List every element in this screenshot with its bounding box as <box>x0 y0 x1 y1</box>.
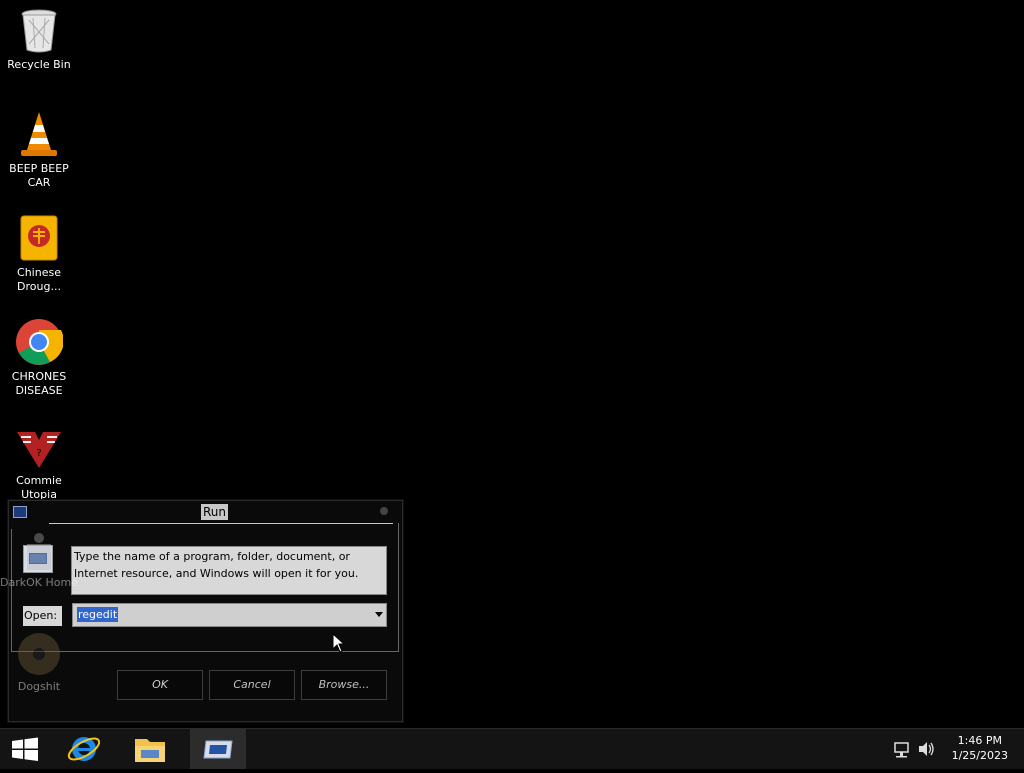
network-icon[interactable] <box>892 729 912 769</box>
system-tray <box>890 729 940 769</box>
vlc-cone-icon <box>15 110 63 158</box>
clock-time: 1:46 PM <box>957 734 1002 747</box>
divider <box>49 523 393 524</box>
chrome-icon <box>15 318 64 366</box>
run-icon <box>203 740 233 759</box>
desktop-icon-label: BEEP BEEP CAR <box>9 162 69 189</box>
chevron-down-icon[interactable] <box>375 612 383 617</box>
desktop-icon-darkok-home[interactable]: DarkOK Home <box>0 532 78 590</box>
start-button[interactable] <box>0 729 50 769</box>
open-label: Open: <box>23 606 62 626</box>
recycle-bin-icon <box>15 6 63 54</box>
desktop-icon-beep-beep-car[interactable]: BEEP BEEP CAR <box>0 110 78 190</box>
cancel-button[interactable]: Cancel <box>209 670 295 700</box>
close-button[interactable] <box>380 507 388 515</box>
desktop-icon-commie-utopia[interactable]: ? Commie Utopia <box>0 422 78 502</box>
divider <box>398 523 399 651</box>
papers-please-icon: ? <box>15 422 63 470</box>
volume-icon[interactable] <box>916 729 936 769</box>
desktop-icon-chinese-droug[interactable]: Chinese Droug... <box>0 214 78 294</box>
open-input-value[interactable]: regedit <box>77 607 119 622</box>
internet-explorer-icon <box>67 737 101 761</box>
clock[interactable]: 1:46 PM 1/25/2023 <box>952 733 1008 763</box>
taskbar: 1:46 PM 1/25/2023 <box>0 728 1024 769</box>
disc-icon <box>17 632 61 676</box>
run-description: Type the name of a program, folder, docu… <box>71 546 387 595</box>
run-dialog-title: Run <box>201 504 229 520</box>
ok-button[interactable]: OK <box>117 670 203 700</box>
desktop-icon-label: CHRONES DISEASE <box>11 370 67 397</box>
clock-date: 1/25/2023 <box>951 749 1008 762</box>
svg-text:?: ? <box>36 448 41 459</box>
file-explorer-taskbar-button[interactable] <box>122 729 178 769</box>
desktop-icon-label: DarkOK Home <box>0 576 78 589</box>
folder-icon <box>135 739 165 762</box>
chinese-book-icon <box>15 214 63 262</box>
browse-button[interactable]: Browse... <box>301 670 387 700</box>
desktop-icon-chrones-disease[interactable]: CHRONES DISEASE <box>0 318 78 398</box>
desktop-icon-label: Chinese Droug... <box>17 266 61 293</box>
run-icon <box>13 506 27 518</box>
program-icon <box>23 532 55 572</box>
desktop-icon-label: Recycle Bin <box>7 58 71 71</box>
windows-logo-icon <box>12 737 38 761</box>
run-taskbar-button[interactable] <box>190 729 246 769</box>
internet-explorer-taskbar-button[interactable] <box>56 729 112 769</box>
desktop-icon-recycle-bin[interactable]: Recycle Bin <box>0 6 78 72</box>
desktop-icon-label: Dogshit <box>17 680 61 693</box>
desktop-icon-label: Commie Utopia <box>16 474 62 501</box>
run-dialog-titlebar[interactable]: Run <box>9 501 402 523</box>
desktop-icon-dogshit[interactable]: Dogshit <box>0 632 78 694</box>
open-combobox[interactable]: regedit <box>72 603 387 627</box>
